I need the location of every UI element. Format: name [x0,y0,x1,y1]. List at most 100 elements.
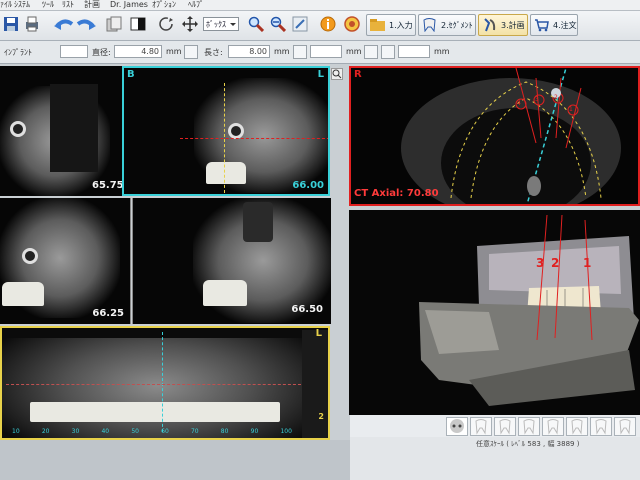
menu-tools[interactable]: ﾂｰﾙ [42,0,54,10]
menu-list[interactable]: ﾘｽﾄ [62,0,74,10]
model-implant-label-2: 2 [551,256,560,270]
zoom-out-icon[interactable] [268,14,288,34]
help-icon[interactable] [342,14,362,34]
ruler-tick: 30 [71,428,80,435]
implant-up-button[interactable] [364,45,378,59]
lower-bezel [0,440,350,480]
ruler-tick: 70 [190,428,199,435]
reset-icon[interactable] [290,14,310,34]
tooth-preset-1[interactable] [470,417,492,436]
diameter-picker-button[interactable] [184,45,198,59]
ruler-tick: 20 [41,428,50,435]
menu-system[interactable]: ｼｽﾃﾑ [14,0,30,10]
mode-select-value: ﾎﾞｯｸｽ [206,20,226,29]
tooth-preset-4[interactable] [542,417,564,436]
diameter-field[interactable]: 4.80 [114,45,162,58]
cart-icon [534,18,549,32]
tooth-outline-icon [523,419,535,435]
panoramic-label-left-side: L [315,328,322,339]
move-icon[interactable] [180,14,200,34]
view-label-buccal: B [127,69,135,80]
status-area: 任意ｽｹｰﾙ ( ﾚﾍﾞﾙ 583 , 幅 3889 ) [350,437,640,480]
skull-view-button[interactable] [446,417,468,436]
length-label: 長さ: [204,48,223,57]
axial-marker-2: 2 [554,94,558,101]
depth-field[interactable] [398,45,430,58]
zoom-icon[interactable] [246,14,266,34]
window-level-status: 任意ｽｹｰﾙ ( ﾚﾍﾞﾙ 583 , 幅 3889 ) [476,440,580,448]
tooth-outline-icon [595,419,607,435]
cross-section-view-4[interactable]: 66.50 [132,198,331,324]
cross-section-view-1[interactable]: 65.75 [0,66,124,196]
menu-help[interactable]: ﾍﾙﾌﾟ [188,0,204,10]
diameter-unit: mm [166,47,182,56]
slice-value-2: 66.00 [292,180,324,191]
folder-icon [370,18,385,32]
diameter-label: 直径: [92,48,111,57]
undo-icon[interactable] [52,14,76,34]
implant-down-button[interactable] [381,45,395,59]
contrast-icon[interactable] [128,14,148,34]
slice-value-4: 66.50 [291,304,323,315]
3d-model-drawing [419,214,639,406]
axial-marker-4: 4 [517,100,521,107]
length-picker-button[interactable] [293,45,307,59]
floppy-icon[interactable] [1,14,21,34]
offset-field[interactable] [310,45,342,58]
cross-section-view-3[interactable]: 66.25 [0,198,131,324]
cross-section-view-2[interactable]: B L 66.00 [122,66,330,196]
axial-marker-1: 1 [569,106,573,113]
implant-name-field[interactable] [60,45,88,58]
ruler-tick: 90 [250,428,259,435]
axial-view[interactable]: 4 3 2 1 R CT Axial: 70.80 [349,66,640,206]
view-presets-bar [350,415,640,437]
menu-file[interactable]: ﾌｧｲﾙ [0,0,12,10]
tooth-preset-3[interactable] [518,417,540,436]
ruler-tick: 10 [12,428,20,435]
menu-options[interactable]: ｵﾌﾟｼｮﾝ [152,0,176,10]
menu-user[interactable]: Dr. James [110,0,148,10]
panoramic-view[interactable]: L 2 10 20 30 40 50 60 70 80 90 100 [0,326,330,440]
length-field[interactable]: 8.00 [228,45,270,58]
step-segment-button[interactable]: 2.ｾｸﾞﾒﾝﾄ [418,14,476,36]
step-plan-button[interactable]: 3.計画 [478,14,528,36]
tooth-outline-icon [571,419,583,435]
panoramic-side-strip [302,330,328,438]
print-icon[interactable] [22,14,42,34]
tooth-preset-6[interactable] [590,417,612,436]
menu-plan[interactable]: 計画 [84,0,100,10]
axial-slice-title: CT Axial: 70.80 [354,188,439,199]
step-order-button[interactable]: 4.注文 [530,14,578,36]
tooth-preset-5[interactable] [566,417,588,436]
tooth-outline-icon [499,419,511,435]
panoramic-guide-line [6,384,306,385]
slice-value-3: 66.25 [92,308,124,319]
nerve-canal-marker [10,121,26,137]
scan-strip [50,84,98,172]
menu-bar: ﾌｧｲﾙ ｼｽﾃﾑ ﾂｰﾙ ﾘｽﾄ 計画 Dr. James ｵﾌﾟｼｮﾝ ﾍﾙ… [0,0,640,11]
denture-base [203,280,247,306]
depth-unit: mm [434,47,450,56]
rotate-icon[interactable] [156,14,176,34]
denture-base [206,162,246,184]
horizontal-guide-line [180,138,328,139]
magnify-view-button[interactable] [331,68,343,80]
tooth-preset-2[interactable] [494,417,516,436]
vertical-guide-line [224,83,225,193]
model-implant-label-3: 3 [536,256,545,270]
axial-marker-3: 3 [535,96,539,103]
mode-select[interactable]: ﾎﾞｯｸｽ [203,17,239,31]
step-input-button[interactable]: 1.入力 [366,14,416,36]
denture-base [2,282,44,306]
redo-icon[interactable] [74,14,98,34]
tooth-preset-7[interactable] [614,417,636,436]
3d-model-view[interactable]: 3 2 1 [349,210,640,415]
jaw-shadow [2,338,322,438]
info-icon[interactable] [318,14,338,34]
step-plan-label: 3.計画 [501,20,525,30]
slice-value-1: 65.75 [92,180,124,191]
axial-label-right: R [354,69,362,80]
view-label-lingual: L [317,69,324,80]
copy-icon[interactable] [104,14,124,34]
panoramic-side-number: 2 [318,412,324,421]
